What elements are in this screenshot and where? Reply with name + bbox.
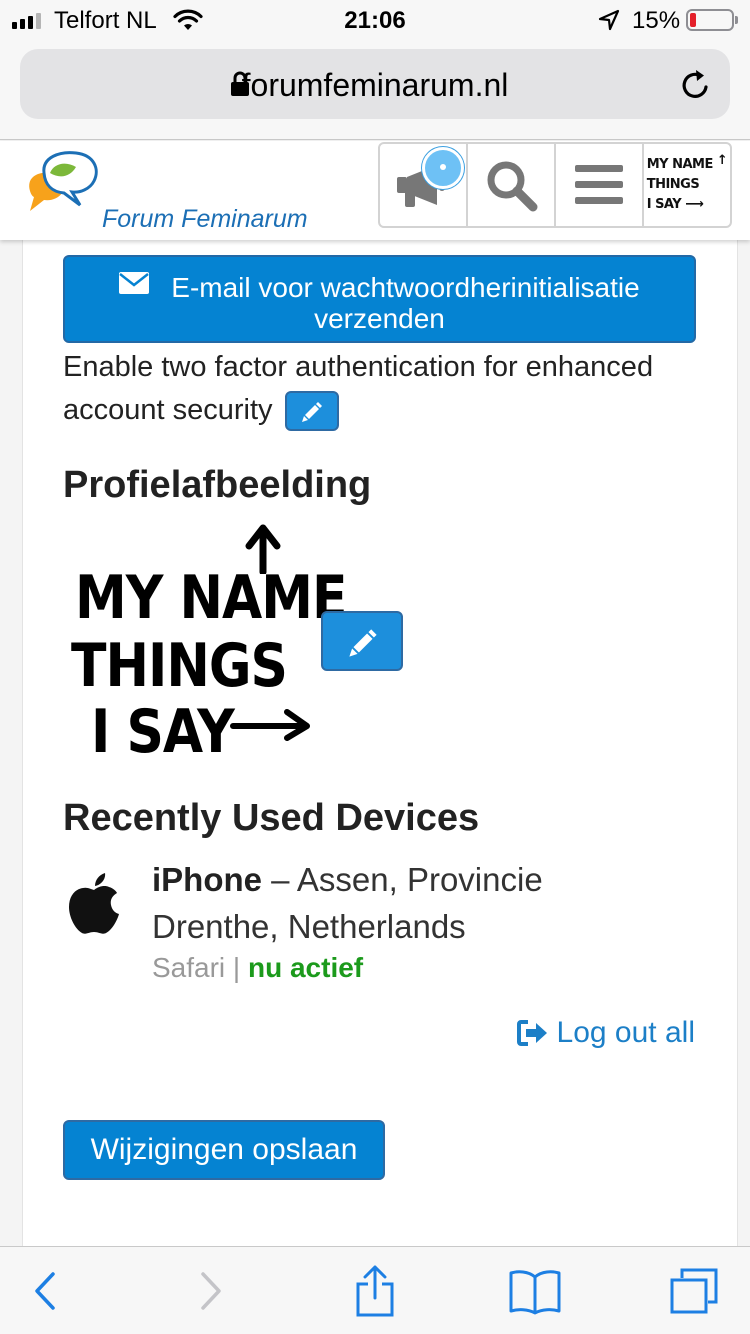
sign-out-icon [516, 1020, 547, 1046]
device-name: iPhone [152, 861, 263, 898]
arrow-right-icon [230, 709, 310, 741]
device-divider: | [225, 952, 248, 983]
browser-address-area: forumfeminarum.nl [0, 40, 750, 140]
url-text: forumfeminarum.nl [241, 67, 509, 103]
pencil-icon [301, 402, 322, 423]
device-meta: Safari | nu actief [152, 952, 363, 984]
forward-button[interactable] [176, 1247, 246, 1334]
book-icon [509, 1270, 561, 1315]
apple-icon [67, 872, 121, 941]
logo-text: Forum Feminarum [102, 205, 308, 233]
tabs-icon [670, 1268, 718, 1314]
profile-picture-heading: Profielafbeelding [63, 464, 372, 506]
user-menu-button[interactable]: MY NAME ↑ THINGS I SAY ⟶ [644, 144, 730, 226]
device-separator: – [262, 861, 297, 898]
header-avatar: MY NAME ↑ THINGS I SAY ⟶ [646, 153, 728, 212]
address-bar[interactable]: forumfeminarum.nl [20, 49, 730, 119]
header-nav-buttons: MY NAME ↑ THINGS I SAY ⟶ [378, 142, 732, 228]
location-arrow-icon [598, 9, 620, 38]
status-bar: Telfort NL 21:06 15% [0, 0, 750, 40]
site-header: Forum Feminarum MY NAME ↑ THINGS I SAY ⟶ [0, 141, 750, 240]
account-content: E-mail voor wachtwoordherinitialisatie v… [22, 240, 738, 1246]
edit-two-factor-button[interactable] [284, 391, 339, 432]
menu-button[interactable] [556, 144, 644, 226]
avatar-text-line-2: THINGS [71, 632, 288, 701]
device-status: nu actief [248, 952, 364, 983]
avatar-text-line-3: I SAY [91, 698, 235, 767]
password-reset-email-button[interactable]: E-mail voor wachtwoordherinitialisatie v… [63, 255, 696, 343]
edit-profile-picture-button[interactable] [321, 611, 403, 671]
logout-all-label: Log out all [556, 1016, 695, 1049]
reload-icon[interactable] [680, 67, 712, 106]
browser-toolbar [0, 1246, 750, 1334]
device-entry: iPhone – Assen, Provincie Drenthe, Nethe… [152, 856, 612, 950]
pencil-icon [349, 629, 377, 657]
chevron-left-icon [35, 1272, 55, 1310]
battery-percentage: 15% [632, 7, 681, 34]
device-browser: Safari [152, 952, 226, 983]
search-icon [487, 161, 538, 212]
recent-devices-heading: Recently Used Devices [63, 797, 480, 839]
chevron-right-icon [201, 1272, 221, 1310]
speech-bubbles-icon [29, 151, 98, 211]
avatar-text-line-1: MY NAME [75, 564, 348, 633]
bookmarks-button[interactable] [500, 1247, 570, 1334]
notifications-button[interactable] [380, 144, 468, 226]
save-changes-button[interactable]: Wijzigingen opslaan [63, 1120, 385, 1180]
envelope-icon [119, 269, 150, 300]
two-factor-text: Enable two factor authentication for enh… [63, 351, 654, 426]
share-icon [356, 1265, 394, 1317]
two-factor-row: Enable two factor authentication for enh… [63, 346, 703, 432]
notification-badge [422, 147, 464, 189]
site-logo[interactable]: Forum Feminarum [24, 147, 308, 233]
profile-picture: MY NAME THINGS I SAY [63, 520, 348, 774]
logout-all-link[interactable]: Log out all [516, 1016, 695, 1050]
back-button[interactable] [10, 1247, 80, 1334]
battery-icon [686, 9, 738, 31]
search-button[interactable] [468, 144, 556, 226]
password-reset-email-label: E-mail voor wachtwoordherinitialisatie v… [171, 272, 640, 334]
tabs-button[interactable] [656, 1247, 732, 1334]
menu-icon [575, 165, 623, 204]
share-button[interactable] [340, 1247, 410, 1334]
